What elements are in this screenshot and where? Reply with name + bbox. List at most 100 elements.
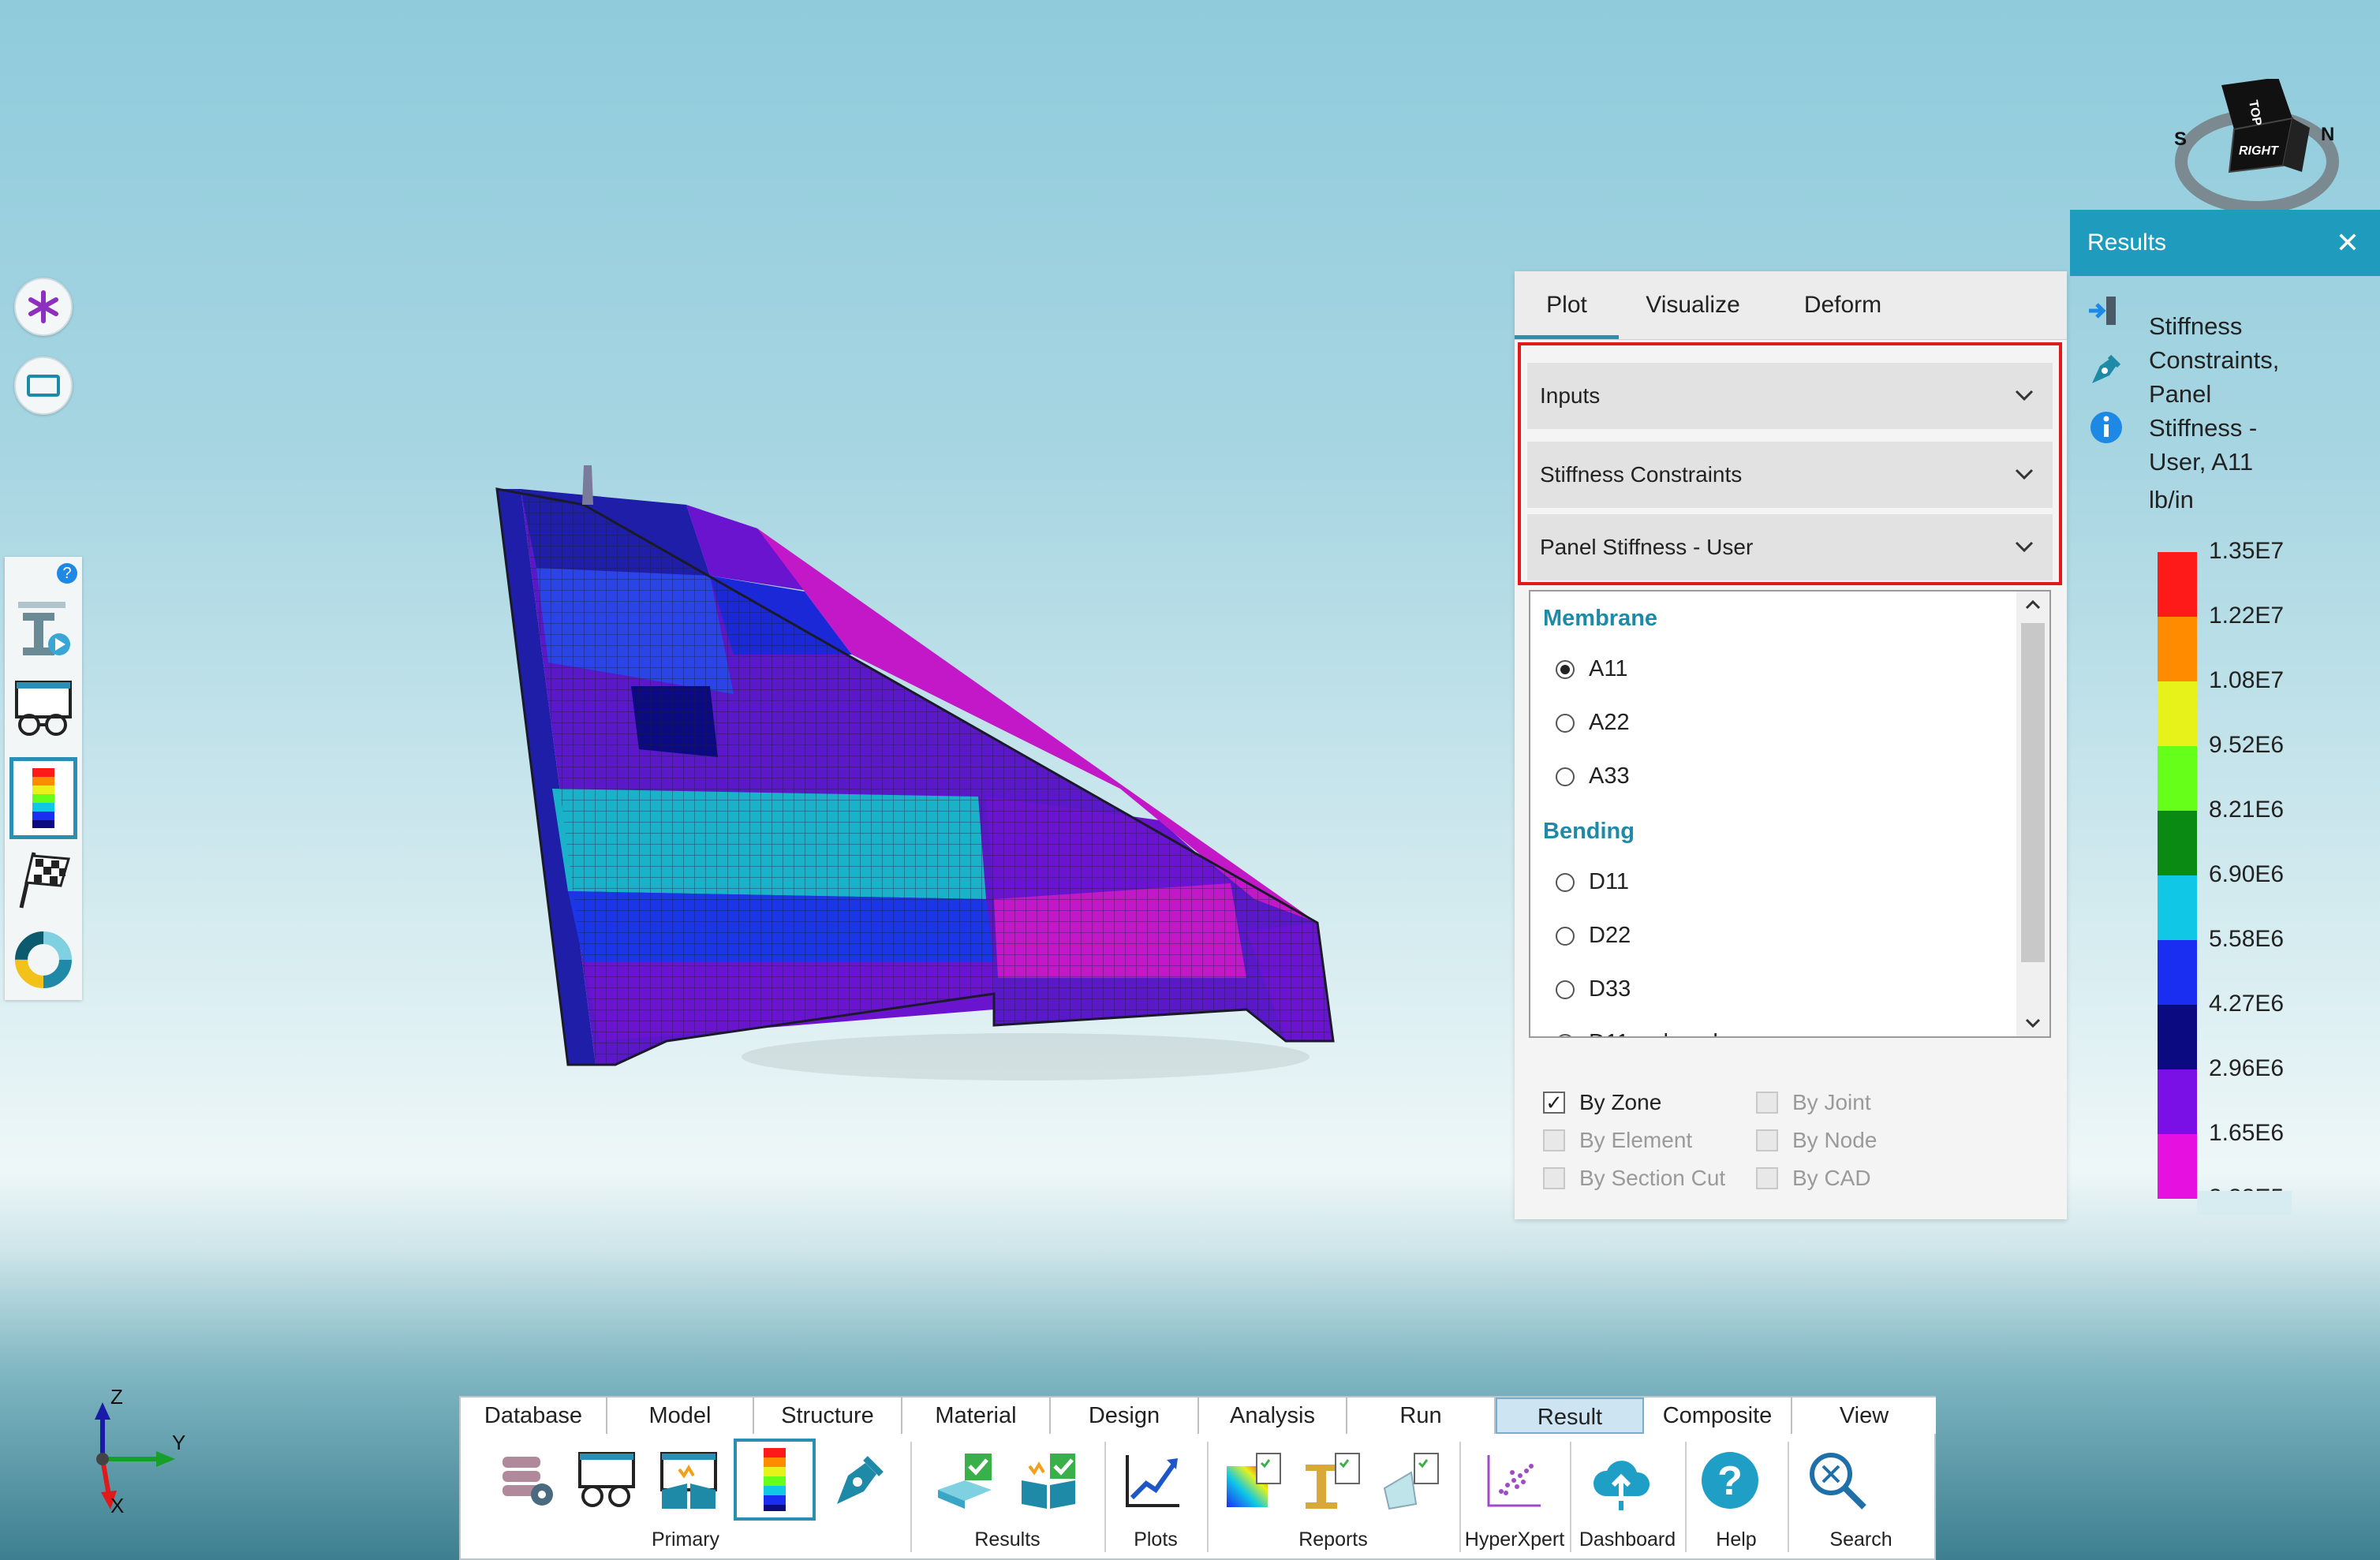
results-book-button[interactable] (1013, 1445, 1084, 1516)
ribbon-tab-design[interactable]: Design (1051, 1398, 1199, 1434)
info-icon[interactable] (2089, 410, 2124, 445)
search-icon (1810, 1453, 1866, 1510)
results-check-button[interactable] (929, 1445, 1000, 1516)
inputs-tool-button[interactable] (9, 595, 77, 666)
svg-text:?: ? (1717, 1458, 1743, 1504)
by-node-checkbox[interactable]: By Node (1756, 1128, 1877, 1153)
results-check-icon (938, 1454, 992, 1509)
report-panel-icon (1383, 1453, 1439, 1510)
rectangle-select-button[interactable] (14, 356, 73, 415)
scroll-up-icon[interactable] (2024, 596, 2042, 614)
radio-d11[interactable]: D11 (1556, 869, 1629, 895)
results-tool-button[interactable] (9, 757, 77, 839)
checkered-flag-icon (19, 852, 70, 909)
dashboard-label: Dashboard (1579, 1528, 1676, 1551)
legend-swatch (2158, 552, 2197, 617)
by-cad-checkbox[interactable]: By CAD (1756, 1166, 1871, 1191)
asterisk-button[interactable] (14, 278, 73, 336)
contour-bar-icon (32, 768, 54, 828)
visualize-button[interactable] (571, 1445, 642, 1516)
ribbon-tab-run[interactable]: Run (1347, 1398, 1496, 1434)
axis-triad: Z Y X (95, 1388, 185, 1517)
legend-swatch (2158, 940, 2197, 1005)
finish-tool-button[interactable] (9, 844, 77, 915)
primary-group-label: Primary (651, 1528, 720, 1551)
radio-d22[interactable]: D22 (1556, 923, 1631, 949)
pen-nib-icon[interactable] (2086, 350, 2125, 390)
axis-x-label: X (110, 1494, 124, 1517)
help-badge-icon[interactable]: ? (57, 563, 77, 584)
radio-a33[interactable]: A33 (1556, 763, 1630, 789)
plots-button[interactable] (1117, 1445, 1188, 1516)
results-body: Stiffness Constraints, Panel Stiffness -… (2070, 276, 2380, 1246)
legend-label: 9.52E6 (2209, 732, 2285, 758)
legend-swatch (2158, 1005, 2197, 1069)
radio-d11-reduced[interactable]: D11 reduced (1556, 1030, 1718, 1036)
ribbon-tab-result[interactable]: Result (1496, 1398, 1644, 1434)
database-settings-button[interactable] (492, 1445, 563, 1516)
help-label: Help (1716, 1528, 1757, 1551)
report-panel-button[interactable] (1376, 1445, 1447, 1516)
search-button[interactable] (1802, 1445, 1873, 1516)
search-label: Search (1829, 1528, 1892, 1551)
pen-tool-button[interactable] (825, 1445, 896, 1516)
result-type-list[interactable]: Membrane A11 A22 A33 Bending D11 D22 D33… (1529, 590, 2051, 1038)
failure-view-button[interactable] (653, 1445, 724, 1516)
radio-a11[interactable]: A11 (1556, 656, 1627, 682)
plots-group-label: Plots (1134, 1528, 1178, 1551)
view-cube-right-label: RIGHT (2239, 144, 2279, 158)
hyperxpert-button[interactable] (1478, 1445, 1549, 1516)
dashboard-button[interactable] (1586, 1445, 1657, 1516)
membrane-header: Membrane (1543, 606, 1658, 631)
scroll-down-icon[interactable] (2024, 1014, 2042, 1032)
ribbon-tab-analysis[interactable]: Analysis (1199, 1398, 1347, 1434)
close-icon[interactable]: ✕ (2336, 210, 2359, 276)
scroll-thumb[interactable] (2021, 623, 2045, 962)
legend-swatch (2158, 746, 2197, 811)
highlight-box (1518, 342, 2062, 585)
by-element-checkbox[interactable]: By Element (1543, 1128, 1692, 1153)
visualize-tool-button[interactable] (9, 675, 77, 746)
collapse-panel-icon[interactable] (2086, 293, 2120, 328)
report-contour-button[interactable] (1218, 1445, 1289, 1516)
legend-swatch (2158, 811, 2197, 875)
legend-swatch (2158, 681, 2197, 746)
radio-d33[interactable]: D33 (1556, 976, 1631, 1002)
ribbon-tab-model[interactable]: Model (607, 1398, 754, 1434)
results-book-icon (1022, 1454, 1075, 1509)
axis-z-label: Z (110, 1388, 123, 1409)
report-beam-button[interactable] (1297, 1445, 1368, 1516)
ribbon-tab-view[interactable]: View (1792, 1398, 1936, 1434)
ribbon-tab-composite[interactable]: Composite (1644, 1398, 1792, 1434)
tab-visualize[interactable]: Visualize (1630, 271, 1756, 339)
glasses-icon (15, 681, 72, 736)
list-scrollbar[interactable] (2016, 592, 2049, 1036)
legend-label: 1.35E7 (2209, 538, 2285, 564)
ribbon-tab-database[interactable]: Database (461, 1398, 607, 1434)
results-units: lb/in (2149, 486, 2194, 513)
legend-label: 8.21E6 (2209, 797, 2285, 823)
by-joint-checkbox[interactable]: By Joint (1756, 1090, 1871, 1115)
contour-plot-button[interactable] (734, 1439, 816, 1521)
axis-y-label: Y (172, 1431, 185, 1454)
ribbon-tab-structure[interactable]: Structure (754, 1398, 902, 1434)
contour-bar-icon (764, 1448, 786, 1511)
legend-label: 6.90E6 (2209, 861, 2285, 887)
mesh-model-view[interactable] (473, 457, 1341, 1088)
glasses-icon (578, 1452, 635, 1507)
tab-plot[interactable]: Plot (1515, 271, 1619, 339)
radio-a22[interactable]: A22 (1556, 710, 1630, 736)
donut-tool-button[interactable] (9, 924, 77, 995)
by-zone-checkbox[interactable]: ✓ By Zone (1543, 1090, 1661, 1115)
panel-tabs: Plot Visualize Deform (1515, 271, 2067, 340)
legend-label: 1.08E7 (2209, 667, 2285, 693)
view-cube[interactable]: TOP RIGHT S N (2174, 77, 2340, 214)
rectangle-icon (27, 375, 60, 397)
tab-deform[interactable]: Deform (1780, 271, 1906, 339)
ribbon-tab-material[interactable]: Material (902, 1398, 1051, 1434)
line-chart-icon (1126, 1455, 1179, 1507)
by-section-cut-checkbox[interactable]: By Section Cut (1543, 1166, 1725, 1191)
results-group-label: Results (974, 1528, 1041, 1551)
help-button[interactable]: ? (1694, 1445, 1765, 1516)
bending-header: Bending (1543, 819, 1635, 844)
